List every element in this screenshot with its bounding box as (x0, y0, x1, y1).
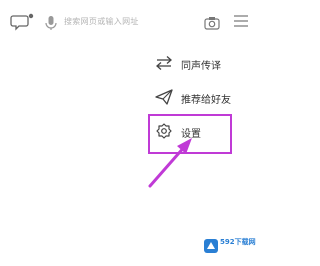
settings-highlight-box (148, 114, 232, 154)
swap-arrows-icon (155, 55, 173, 71)
watermark-logo-icon (204, 238, 218, 253)
microphone-icon[interactable] (44, 15, 58, 31)
site-watermark: 592下载网 (204, 236, 256, 256)
message-icon[interactable] (10, 13, 34, 31)
menu-item-label: 同声传译 (181, 61, 221, 72)
search-input[interactable]: 搜索网页或输入网址 (64, 16, 139, 27)
menu-item-simultaneous-interpretation[interactable]: 同声传译 (143, 48, 253, 78)
watermark-brand: 592下载网 (220, 238, 256, 246)
menu-item-label: 推荐给好友 (181, 95, 231, 106)
camera-icon[interactable] (204, 15, 220, 30)
paper-plane-icon (155, 89, 173, 105)
menu-item-recommend-to-friend[interactable]: 推荐给好友 (143, 82, 253, 112)
menu-icon[interactable] (233, 13, 249, 29)
